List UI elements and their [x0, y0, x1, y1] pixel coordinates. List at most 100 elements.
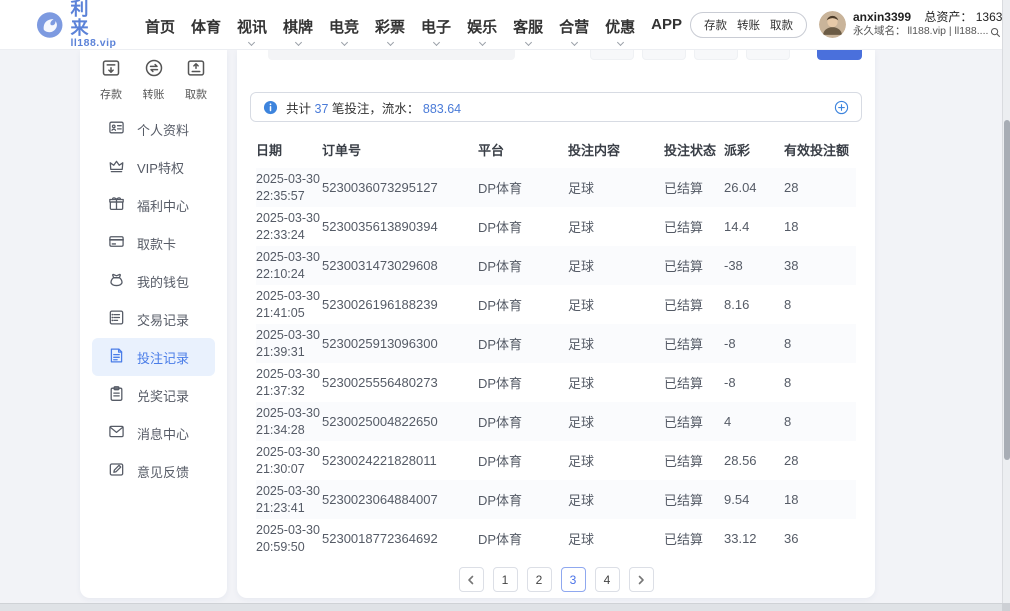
column-header: 投注内容 [568, 130, 664, 168]
cell-platform: DP体育 [478, 441, 568, 480]
scrollbar-corner [1002, 603, 1010, 611]
sidebar-item[interactable]: 交易记录 [92, 300, 215, 338]
table-row: 2025-03-30 21:23:41 5230023064884007 DP体… [256, 480, 856, 519]
nav-item[interactable]: APP [643, 0, 690, 50]
id-card-icon [108, 119, 125, 139]
transfer-icon [144, 58, 164, 83]
table-row: 2025-03-30 21:39:31 5230025913096300 DP体… [256, 324, 856, 363]
envelope-icon [108, 423, 125, 443]
nav-item[interactable]: 娱乐 [459, 0, 505, 50]
sidebar-item[interactable]: 我的钱包 [92, 262, 215, 300]
quick-action[interactable]: 存款 [100, 58, 122, 102]
quick-action[interactable]: 转账 [143, 58, 165, 102]
page-number-button[interactable]: 3 [561, 567, 586, 592]
user-info[interactable]: anxin3399 总资产： 1363.49元 永久域名： ll188.vip … [819, 0, 1010, 49]
list-icon [108, 309, 125, 329]
filter-option-button[interactable] [746, 50, 790, 60]
cell-platform: DP体育 [478, 402, 568, 441]
chevron-right-icon [636, 575, 646, 585]
sidebar-item[interactable]: 意见反馈 [92, 452, 215, 490]
cell-payout: 8.16 [724, 285, 784, 324]
nav-item-label: 娱乐 [467, 16, 497, 37]
column-header: 平台 [478, 130, 568, 168]
sidebar-item-label: 福利中心 [137, 196, 189, 215]
filter-option-button[interactable] [642, 50, 686, 60]
column-header: 投注状态 [664, 130, 724, 168]
search-button[interactable] [817, 50, 862, 60]
cell-date: 2025-03-30 21:23:41 [256, 480, 322, 519]
wallet-pill-item[interactable]: 转账 [737, 17, 760, 33]
nav-item[interactable]: 电子 [413, 0, 459, 50]
sidebar-item[interactable]: 消息中心 [92, 414, 215, 452]
edit-icon [108, 461, 125, 481]
sidebar-item-label: 我的钱包 [137, 272, 189, 291]
brand-domain: ll188.vip [70, 38, 119, 49]
cell-platform: DP体育 [478, 324, 568, 363]
cell-payout: 4 [724, 402, 784, 441]
sidebar-item[interactable]: 投注记录 [92, 338, 215, 376]
nav-item[interactable]: 彩票 [367, 0, 413, 50]
expand-plus-icon[interactable] [834, 100, 849, 115]
cell-date: 2025-03-30 21:41:05 [256, 285, 322, 324]
nav-item[interactable]: 电竞 [321, 0, 367, 50]
cell-payout: 9.54 [724, 480, 784, 519]
nav-item-label: APP [651, 16, 682, 33]
cell-platform: DP体育 [478, 285, 568, 324]
sidebar-item[interactable]: 福利中心 [92, 186, 215, 224]
search-icon[interactable] [990, 27, 1001, 38]
cell-bet-status: 已结算 [664, 519, 724, 558]
column-header: 有效投注额 [784, 130, 856, 168]
wallet-pill-item[interactable]: 取款 [770, 17, 793, 33]
table-row: 2025-03-30 21:30:07 5230024221828011 DP体… [256, 441, 856, 480]
nav-item[interactable]: 客服 [505, 0, 551, 50]
cell-date: 2025-03-30 21:30:07 [256, 441, 322, 480]
filter-option-button[interactable] [694, 50, 738, 60]
nav-item-label: 客服 [513, 16, 543, 37]
sidebar-item[interactable]: VIP特权 [92, 148, 215, 186]
sidebar-item-label: 兑奖记录 [137, 386, 189, 405]
table-row: 2025-03-30 22:35:57 5230036073295127 DP体… [256, 168, 856, 207]
nav-item[interactable]: 合营 [551, 0, 597, 50]
filter-option-button[interactable] [590, 50, 634, 60]
cell-valid-amount: 18 [784, 207, 856, 246]
wallet-pill-item[interactable]: 存款 [704, 17, 727, 33]
nav-item-label: 电竞 [329, 16, 359, 37]
nav-item-label: 视讯 [237, 16, 267, 37]
nav-item[interactable]: 视讯 [229, 0, 275, 50]
vertical-scrollbar-thumb[interactable] [1004, 120, 1010, 460]
avatar-image [819, 11, 846, 38]
sidebar-item-label: 交易记录 [137, 310, 189, 329]
cell-valid-amount: 18 [784, 480, 856, 519]
page-number-button[interactable]: 1 [493, 567, 518, 592]
cell-valid-amount: 8 [784, 324, 856, 363]
cell-date: 2025-03-30 21:34:28 [256, 402, 322, 441]
sidebar-item[interactable]: 个人资料 [92, 110, 215, 148]
cell-valid-amount: 38 [784, 246, 856, 285]
date-range-input[interactable] [268, 50, 515, 60]
nav-item-label: 优惠 [605, 16, 635, 37]
document-icon [108, 347, 125, 367]
withdraw-icon [186, 58, 206, 83]
quick-action[interactable]: 取款 [185, 58, 207, 102]
page-number-button[interactable]: 2 [527, 567, 552, 592]
sidebar-item[interactable]: 取款卡 [92, 224, 215, 262]
chevron-down-icon [433, 39, 440, 46]
avatar[interactable] [819, 11, 846, 38]
cell-bet-content: 足球 [568, 363, 664, 402]
nav-item[interactable]: 体育 [183, 0, 229, 50]
page-number-button[interactable]: 4 [595, 567, 620, 592]
cell-order-number: 5230036073295127 [322, 168, 478, 207]
nav-item[interactable]: 优惠 [597, 0, 643, 50]
nav-item[interactable]: 棋牌 [275, 0, 321, 50]
table-row: 2025-03-30 21:34:28 5230025004822650 DP体… [256, 402, 856, 441]
sidebar-item[interactable]: 兑奖记录 [92, 376, 215, 414]
horizontal-scrollbar[interactable] [0, 603, 1002, 611]
vertical-scrollbar[interactable] [1002, 0, 1010, 603]
cell-order-number: 5230026196188239 [322, 285, 478, 324]
nav-item[interactable]: 首页 [137, 0, 183, 50]
prev-page-button[interactable] [459, 567, 484, 592]
column-header: 派彩 [724, 130, 784, 168]
next-page-button[interactable] [629, 567, 654, 592]
brand-logo[interactable]: 利 来 ll188.vip [36, 0, 119, 49]
top-navbar: 利 来 ll188.vip 首页 体育 视讯 棋牌 [0, 0, 1010, 50]
